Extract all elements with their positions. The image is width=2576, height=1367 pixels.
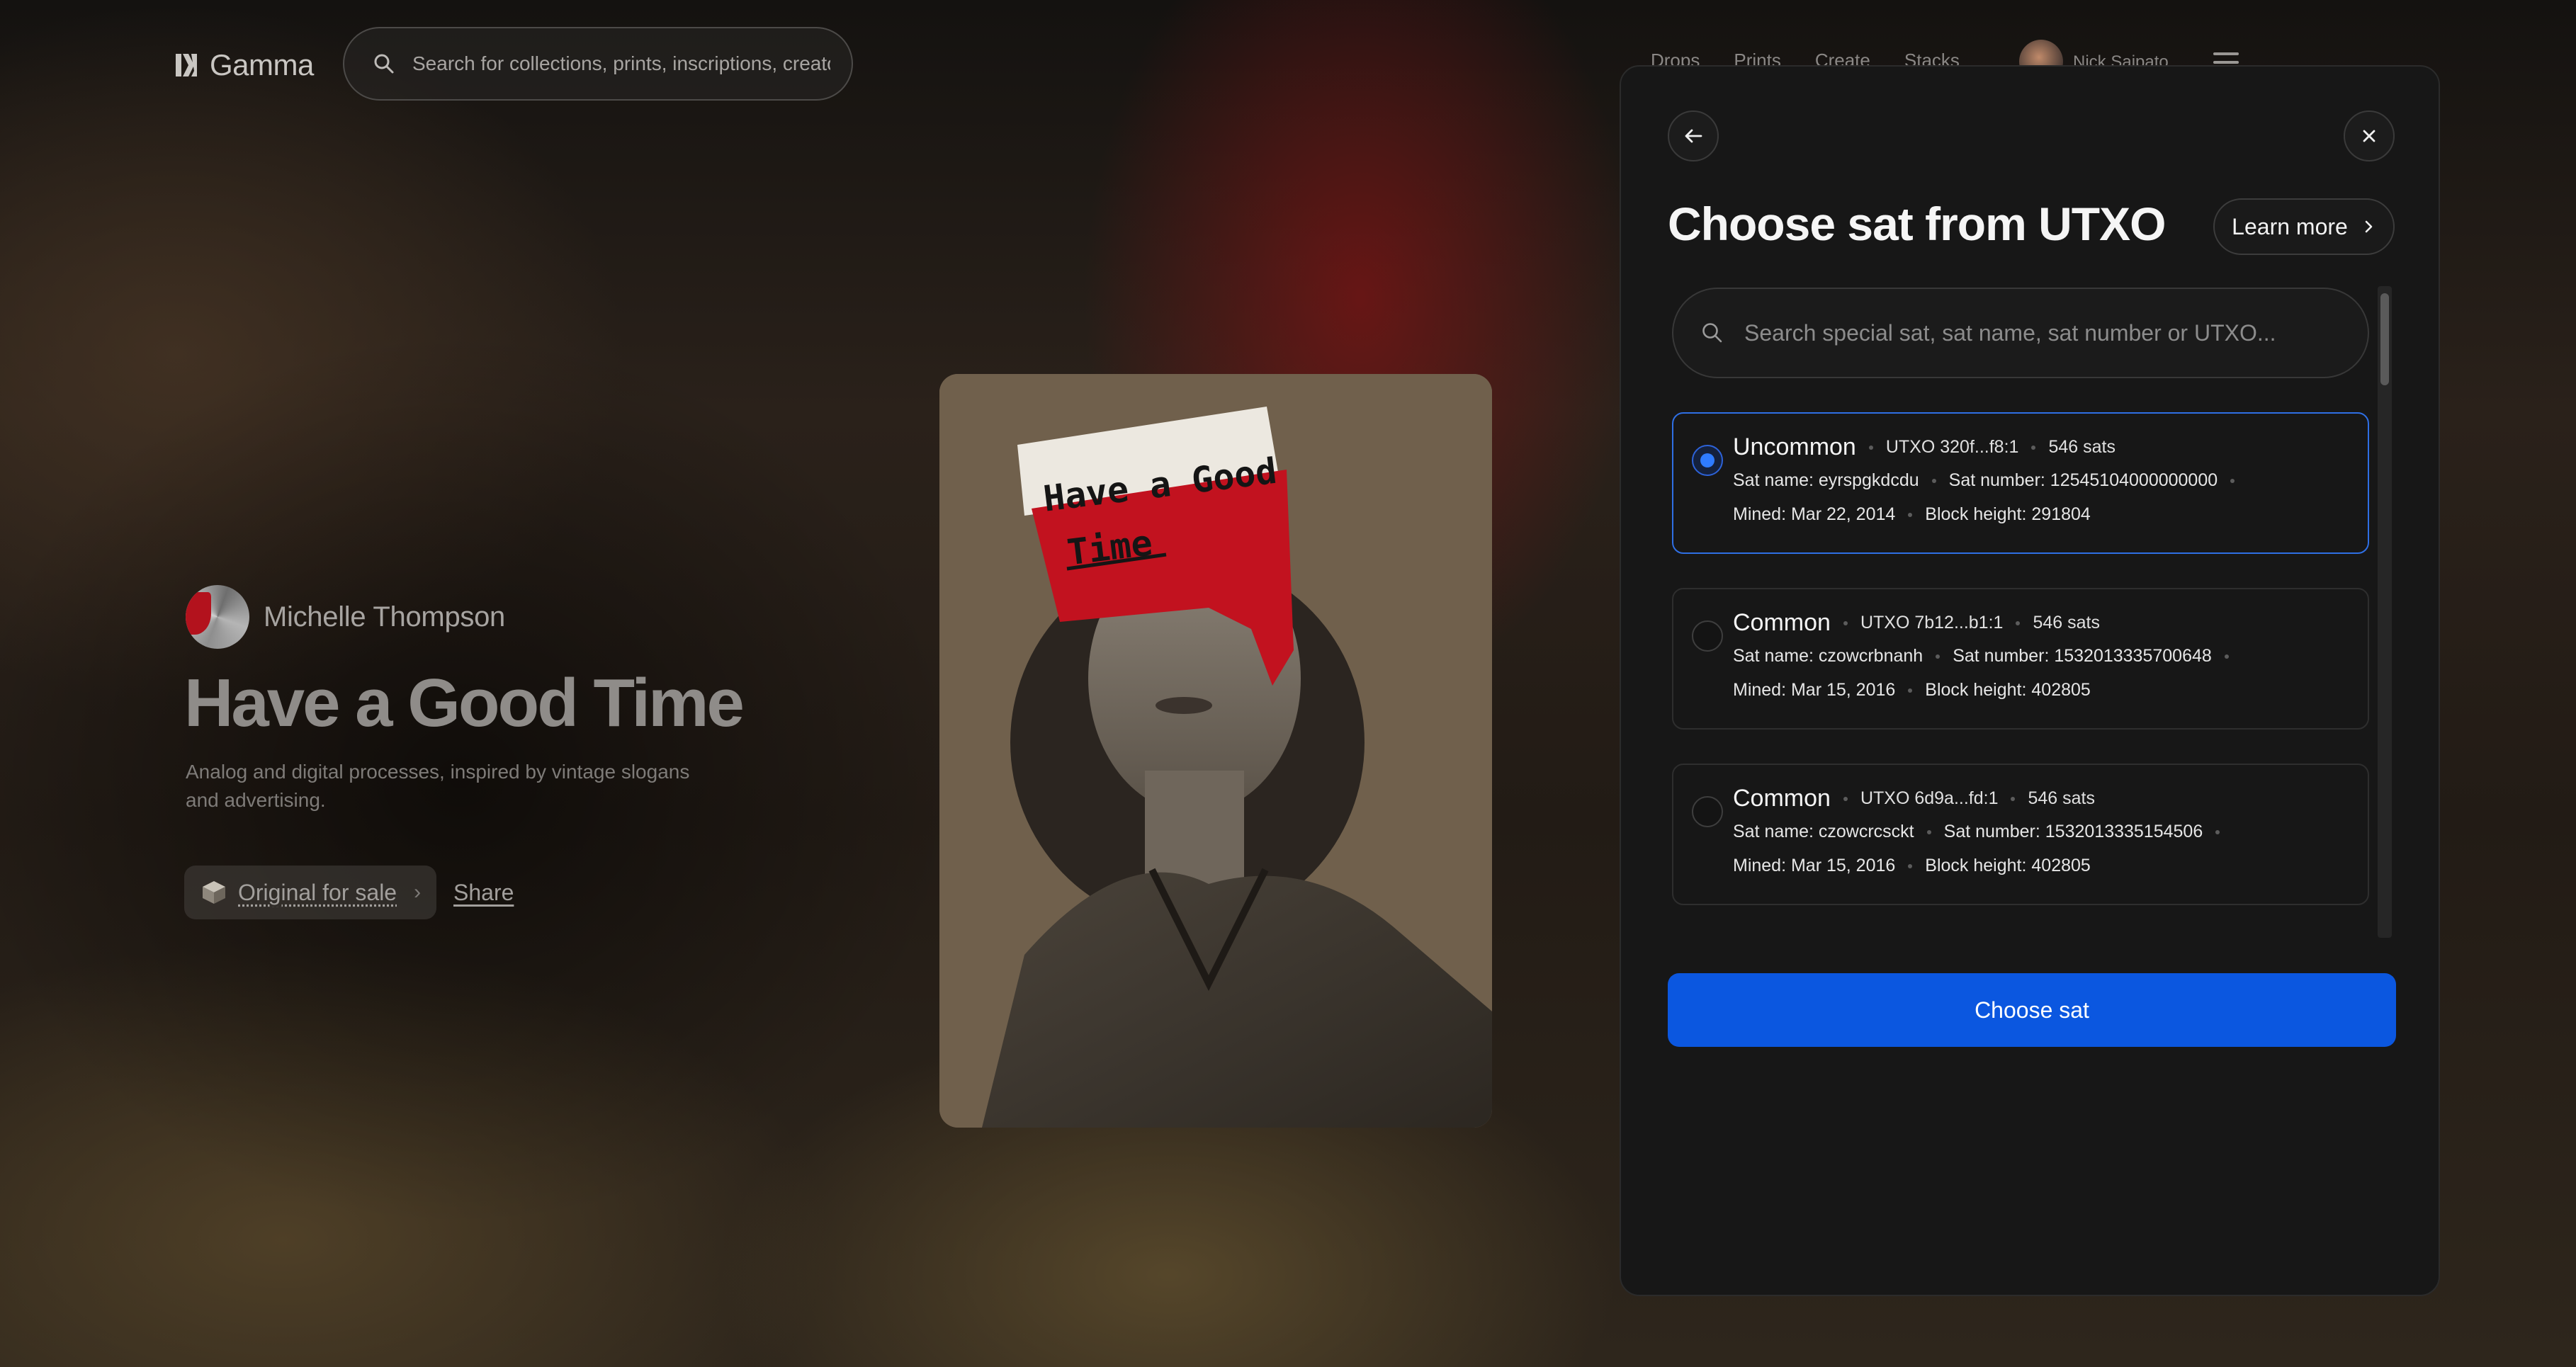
original-for-sale-button[interactable]: Original for sale › bbox=[184, 866, 436, 919]
sat-radio[interactable] bbox=[1692, 796, 1723, 827]
artist-name: Michelle Thompson bbox=[264, 601, 505, 633]
sale-label: Original for sale bbox=[238, 879, 397, 905]
sat-number: Sat number: 12545104000000000 bbox=[1948, 470, 2218, 490]
scrollbar-thumb[interactable] bbox=[2380, 293, 2389, 385]
choose-sat-label: Choose sat bbox=[1975, 997, 2089, 1023]
sat-radio[interactable] bbox=[1692, 620, 1723, 652]
sat-mined: Mined: Mar 15, 2016 bbox=[1733, 680, 1896, 700]
chevron-right-icon: › bbox=[414, 880, 422, 904]
artwork-title: Have a Good Time bbox=[184, 665, 745, 741]
sat-block-height: Block height: 402805 bbox=[1925, 680, 2091, 700]
logo-text: Gamma bbox=[210, 48, 314, 81]
separator-dot bbox=[1843, 796, 1848, 801]
separator-dot bbox=[1843, 620, 1848, 625]
separator-dot bbox=[2031, 445, 2036, 450]
sat-number: Sat number: 1532013335700648 bbox=[1953, 646, 2212, 666]
sat-utxo: UTXO 320f...f8:1 bbox=[1885, 437, 2019, 457]
sat-option[interactable]: Common UTXO 7b12...b1:1 546 sats Sat nam… bbox=[1672, 588, 2369, 730]
separator-dot bbox=[1908, 863, 1913, 868]
sat-radio[interactable] bbox=[1692, 445, 1723, 476]
box-icon bbox=[203, 881, 225, 904]
modal-title: Choose sat from UTXO bbox=[1668, 198, 2166, 250]
artwork-description: Analog and digital processes, inspired b… bbox=[186, 761, 690, 811]
sat-rarity: Common bbox=[1733, 609, 1831, 636]
sat-rarity: Common bbox=[1733, 785, 1831, 812]
close-icon bbox=[2363, 130, 2376, 142]
share-link[interactable]: Share bbox=[453, 880, 514, 906]
sat-name: Sat name: eyrspgkdcdu bbox=[1733, 470, 1919, 490]
separator-dot bbox=[1908, 512, 1913, 517]
separator-dot bbox=[2230, 478, 2235, 483]
sat-amount: 546 sats bbox=[2028, 788, 2095, 808]
separator-dot bbox=[1936, 654, 1941, 659]
artist-avatar bbox=[186, 585, 249, 649]
global-search[interactable] bbox=[343, 27, 853, 101]
separator-dot bbox=[2224, 654, 2229, 659]
separator-dot bbox=[1931, 478, 1936, 483]
separator-dot bbox=[2215, 829, 2220, 834]
chevron-right-icon bbox=[2365, 220, 2373, 233]
separator-dot bbox=[1868, 445, 1873, 450]
artist-info[interactable]: Michelle Thompson bbox=[186, 585, 505, 649]
sat-mined: Mined: Mar 15, 2016 bbox=[1733, 856, 1896, 875]
choose-sat-button[interactable]: Choose sat bbox=[1668, 973, 2396, 1047]
separator-dot bbox=[2016, 620, 2021, 625]
sat-search[interactable] bbox=[1672, 288, 2369, 378]
sat-utxo: UTXO 7b12...b1:1 bbox=[1860, 613, 2004, 633]
separator-dot bbox=[1908, 688, 1913, 693]
arrow-left-icon bbox=[1685, 129, 1702, 143]
sat-name: Sat name: czowcrbnanh bbox=[1733, 646, 1923, 666]
sat-option[interactable]: Uncommon UTXO 320f...f8:1 546 sats Sat n… bbox=[1672, 412, 2369, 554]
separator-dot bbox=[2011, 796, 2016, 801]
sat-utxo: UTXO 6d9a...fd:1 bbox=[1860, 788, 1999, 808]
sat-name: Sat name: czowcrcsckt bbox=[1733, 822, 1914, 841]
sat-amount: 546 sats bbox=[2048, 437, 2115, 457]
back-button[interactable] bbox=[1668, 110, 1719, 161]
separator-dot bbox=[1926, 829, 1931, 834]
sat-block-height: Block height: 291804 bbox=[1925, 504, 2091, 524]
gamma-logo-icon bbox=[176, 54, 197, 76]
sat-rarity: Uncommon bbox=[1733, 433, 1856, 460]
global-search-input[interactable] bbox=[412, 52, 830, 75]
sat-search-input[interactable] bbox=[1744, 319, 2368, 346]
search-icon bbox=[373, 52, 395, 75]
close-button[interactable] bbox=[2344, 110, 2395, 161]
sat-block-height: Block height: 402805 bbox=[1925, 856, 2091, 875]
search-icon bbox=[1700, 321, 1724, 345]
learn-more-button[interactable]: Learn more bbox=[2213, 198, 2395, 255]
choose-sat-modal: Choose sat from UTXO Learn more Uncommon… bbox=[1620, 65, 2440, 1296]
artwork-image: Have a Good Time bbox=[939, 374, 1492, 1128]
gamma-logo[interactable]: Gamma bbox=[173, 45, 314, 85]
sat-option[interactable]: Common UTXO 6d9a...fd:1 546 sats Sat nam… bbox=[1672, 764, 2369, 905]
learn-more-label: Learn more bbox=[2232, 213, 2348, 239]
sat-number: Sat number: 1532013335154506 bbox=[1943, 822, 2203, 841]
sat-amount: 546 sats bbox=[2033, 613, 2100, 633]
sat-mined: Mined: Mar 22, 2014 bbox=[1733, 504, 1896, 524]
